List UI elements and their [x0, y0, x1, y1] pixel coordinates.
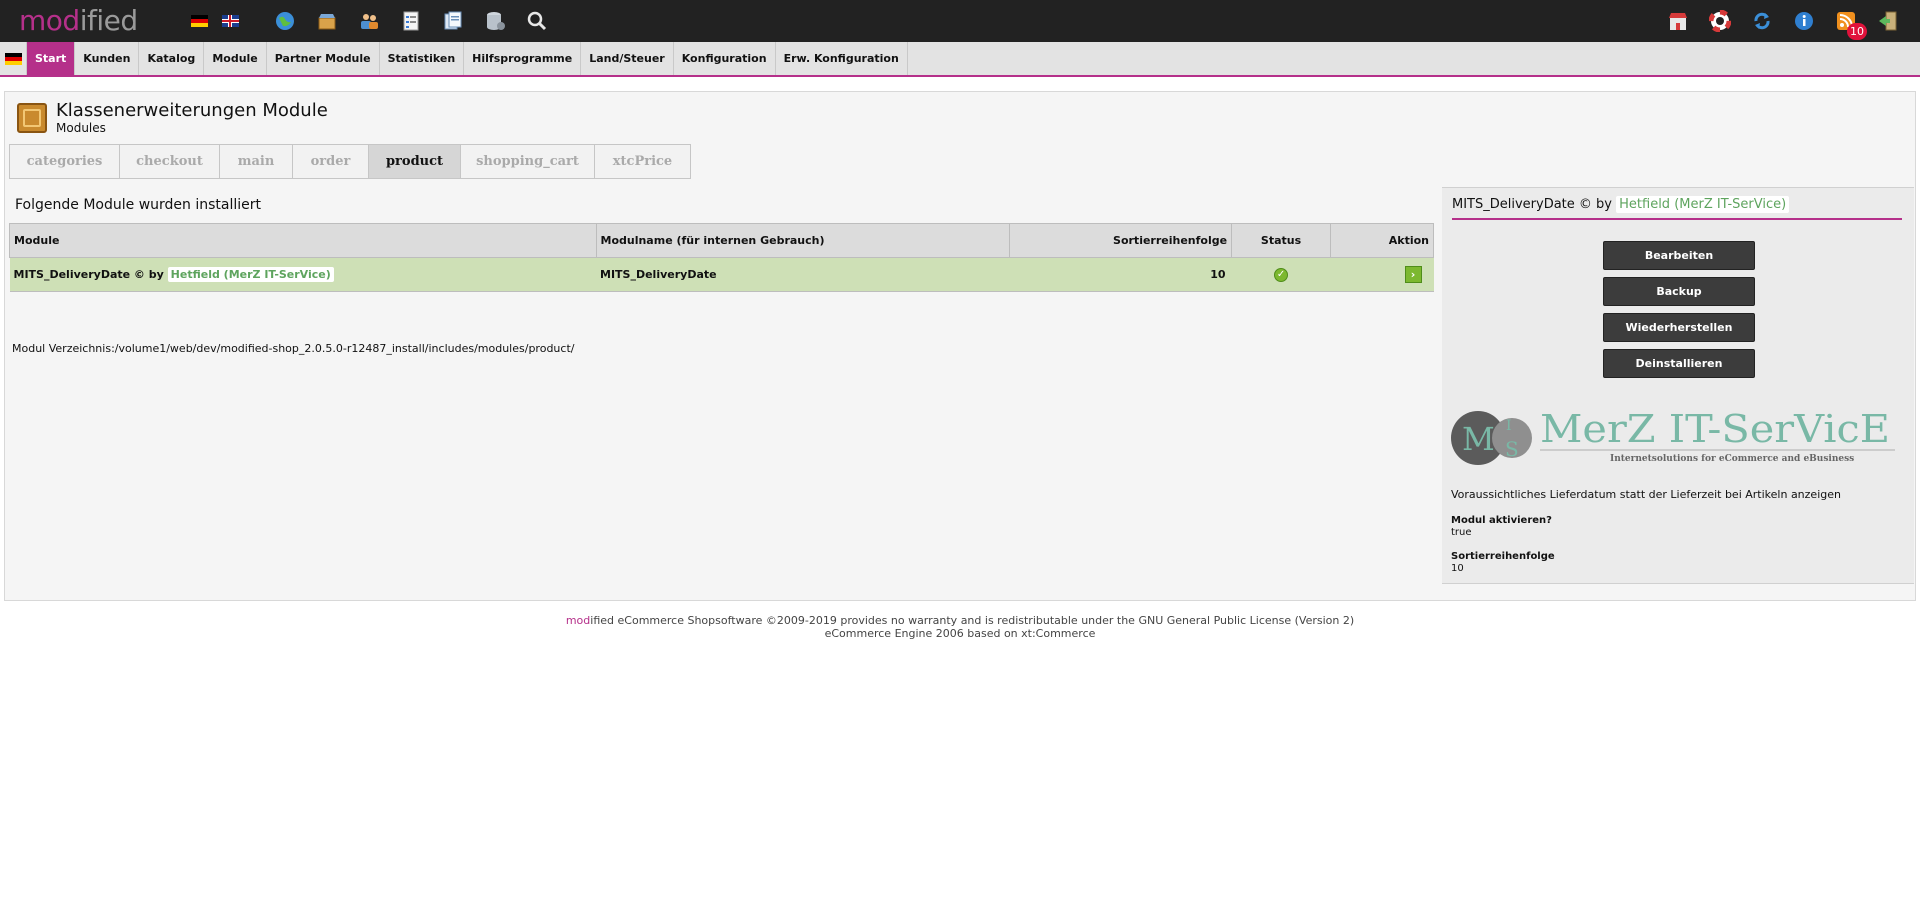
logo[interactable]: modified — [19, 4, 138, 37]
tab-order[interactable]: order — [293, 145, 369, 178]
logout-icon[interactable] — [1876, 9, 1900, 33]
col-module: Module — [9, 223, 597, 258]
top-right-icons: 10 — [1666, 9, 1900, 40]
top-bar: modified 10 — [0, 0, 1920, 42]
field-value-sort: 10 — [1451, 563, 1464, 574]
tab-product[interactable]: product — [369, 145, 461, 178]
module-author-link[interactable]: Hetfield (MerZ IT-SerVice) — [167, 267, 334, 282]
rss-icon[interactable]: 10 — [1834, 9, 1867, 40]
installed-heading: Folgende Module wurden installiert — [15, 197, 261, 213]
tab-xtcprice[interactable]: xtcPrice — [595, 145, 690, 178]
basket-icon[interactable] — [315, 9, 339, 33]
search-icon[interactable] — [525, 9, 549, 33]
nav-item-start[interactable]: Start — [27, 42, 76, 75]
database-icon[interactable] — [483, 9, 507, 33]
footer: modified eCommerce Shopsoftware ©2009-20… — [0, 614, 1920, 640]
logo-wordmark: MerZ IT-SerVicE — [1540, 408, 1890, 451]
col-modulname: Modulname (für internen Gebrauch) — [595, 223, 1011, 258]
tab-categories[interactable]: categories — [10, 145, 120, 178]
flag-de-icon[interactable] — [191, 15, 208, 27]
tab-checkout[interactable]: checkout — [120, 145, 220, 178]
main-navigation: Start Kunden Katalog Module Partner Modu… — [0, 42, 1920, 77]
edit-button[interactable]: Bearbeiten — [1603, 241, 1755, 270]
logo-part1: mod — [19, 4, 80, 37]
table-row[interactable]: MITS_DeliveryDate © by Hetfield (MerZ IT… — [9, 257, 1434, 292]
field-label-sort: Sortierreihenfolge — [1451, 551, 1555, 562]
box-icon — [17, 103, 47, 133]
col-status: Status — [1231, 223, 1332, 258]
logo-initial-m: M — [1462, 420, 1495, 458]
footer-license: modified eCommerce Shopsoftware ©2009-20… — [0, 614, 1920, 627]
nav-item-partner-module[interactable]: Partner Module — [267, 42, 380, 75]
logo-part2: ified — [79, 4, 138, 37]
logo-initial-s: S — [1505, 437, 1519, 461]
page-title: Klassenerweiterungen Module — [56, 100, 328, 121]
internal-name-cell: MITS_DeliveryDate — [596, 257, 1010, 292]
flag-en-icon[interactable] — [222, 15, 239, 27]
language-flags — [191, 15, 239, 27]
backup-button[interactable]: Backup — [1603, 277, 1755, 306]
refresh-icon[interactable] — [1750, 9, 1774, 33]
side-author-link[interactable]: Hetfield (MerZ IT-SerVice) — [1616, 196, 1790, 213]
restore-button[interactable]: Wiederherstellen — [1603, 313, 1755, 342]
module-detail-panel: MITS_DeliveryDate © by Hetfield (MerZ IT… — [1442, 187, 1914, 584]
side-module-name: MITS_DeliveryDate © by — [1452, 197, 1612, 212]
field-value-activate: true — [1451, 527, 1472, 538]
nav-item-land-steuer[interactable]: Land/Steuer — [581, 42, 674, 75]
documents-icon[interactable] — [441, 9, 465, 33]
footer-license-text: ified eCommerce Shopsoftware ©2009-2019 … — [590, 614, 1355, 627]
logo-initial-i: I — [1506, 418, 1512, 434]
status-cell: ✓ — [1231, 257, 1331, 292]
field-label-activate: Modul aktivieren? — [1451, 515, 1552, 526]
uninstall-button[interactable]: Deinstallieren — [1603, 349, 1755, 378]
nav-item-kunden[interactable]: Kunden — [75, 42, 140, 75]
footer-brand: mod — [565, 614, 591, 627]
action-arrow-icon[interactable]: › — [1404, 266, 1422, 283]
nav-item-konfiguration[interactable]: Konfiguration — [674, 42, 776, 75]
sort-cell: 10 — [1009, 257, 1232, 292]
nav-item-statistiken[interactable]: Statistiken — [380, 42, 465, 75]
top-icons — [273, 9, 549, 33]
page-subtitle: Modules — [56, 121, 106, 135]
footer-engine: eCommerce Engine 2006 based on xt:Commer… — [824, 627, 1096, 640]
nav-item-erw-konfiguration[interactable]: Erw. Konfiguration — [776, 42, 908, 75]
col-action: Aktion — [1330, 223, 1434, 258]
globe-icon[interactable] — [273, 9, 297, 33]
status-active-icon[interactable]: ✓ — [1274, 268, 1289, 282]
nav-item-hilfsprogramme[interactable]: Hilfsprogramme — [464, 42, 582, 75]
col-sort: Sortierreihenfolge — [1009, 223, 1233, 258]
module-cell[interactable]: MITS_DeliveryDate © by Hetfield (MerZ IT… — [9, 257, 596, 292]
module-name: MITS_DeliveryDate © by — [13, 268, 164, 281]
lifebuoy-icon[interactable] — [1708, 9, 1732, 33]
nav-item-module[interactable]: Module — [204, 42, 267, 75]
tab-shopping-cart[interactable]: shopping_cart — [461, 145, 595, 178]
checklist-icon[interactable] — [399, 9, 423, 33]
content-panel: Klassenerweiterungen Module Modules cate… — [4, 91, 1916, 601]
nav-item-katalog[interactable]: Katalog — [139, 42, 205, 75]
rss-count-badge: 10 — [1847, 23, 1867, 40]
logo-tagline: Internetsolutions for eCommerce and eBus… — [1610, 454, 1854, 464]
shop-icon[interactable] — [1666, 9, 1690, 33]
module-directory: Modul Verzeichnis:/volume1/web/dev/modif… — [12, 342, 575, 355]
nav-flag-de-icon[interactable] — [0, 42, 27, 75]
tab-main[interactable]: main — [220, 145, 293, 178]
module-description: Voraussichtliches Lieferdatum statt der … — [1451, 488, 1841, 501]
module-type-tabs: categories checkout main order product s… — [9, 144, 691, 179]
modules-table: Module Modulname (für internen Gebrauch)… — [9, 223, 1434, 292]
info-icon[interactable] — [1792, 9, 1816, 33]
table-header-row: Module Modulname (für internen Gebrauch)… — [9, 223, 1434, 258]
merz-it-service-logo: M I S MerZ IT-SerVicE Internetsolutions … — [1451, 408, 1895, 465]
side-panel-title: MITS_DeliveryDate © by Hetfield (MerZ IT… — [1452, 196, 1902, 220]
users-icon[interactable] — [357, 9, 381, 33]
action-cell: › — [1330, 257, 1434, 292]
